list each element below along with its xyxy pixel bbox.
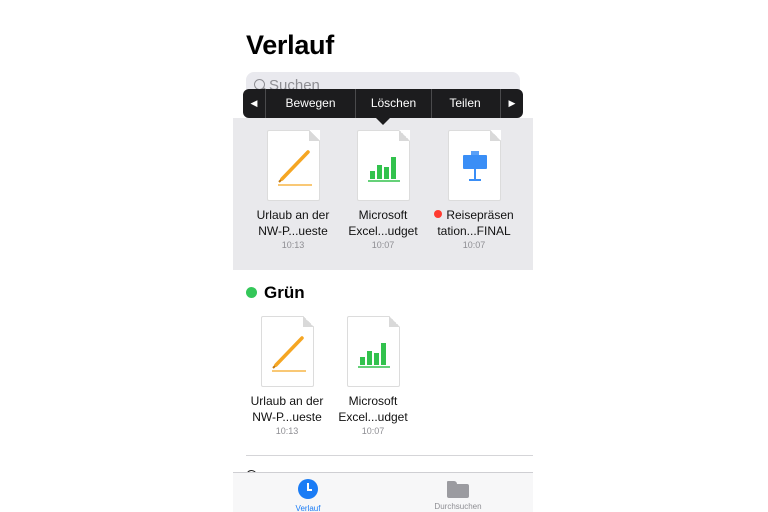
file-name-line2: NW-P...ueste <box>252 410 322 424</box>
file-name-line1: Urlaub an der <box>256 208 330 222</box>
context-menu: ◀ Bewegen Löschen Teilen ▶ <box>243 89 523 118</box>
tab-label: Verlauf <box>295 504 321 512</box>
file-name-line2: Excel...udget <box>348 224 418 238</box>
menu-item-delete[interactable]: Löschen <box>356 89 431 118</box>
tab-bar: Verlauf Durchsuchen <box>233 472 533 512</box>
context-menu-pointer <box>375 117 391 125</box>
file-time: 10:13 <box>281 240 305 250</box>
tag-file-numbers[interactable]: Microsoft Excel...udget 10:07 <box>330 316 416 437</box>
pages-icon <box>260 316 314 387</box>
files-app: Verlauf Suchen Urlaub an der NW-P...uest… <box>233 0 533 512</box>
numbers-icon <box>356 130 410 201</box>
file-time: 10:13 <box>275 426 299 436</box>
tag-section-header[interactable]: Grün <box>246 283 305 303</box>
menu-item-share[interactable]: Teilen <box>432 89 498 118</box>
file-name-line2: Excel...udget <box>338 410 408 424</box>
green-tag-dot <box>246 287 257 298</box>
page-title: Verlauf <box>246 30 334 60</box>
clock-icon <box>298 479 318 499</box>
file-time: 10:07 <box>371 240 395 250</box>
recents-section: Urlaub an der NW-P...ueste 10:13 Microso… <box>233 118 533 270</box>
menu-item-move[interactable]: Bewegen <box>266 89 355 118</box>
keynote-icon <box>447 130 501 201</box>
file-name-line1: Microsoft <box>348 394 398 408</box>
red-tag-dot <box>434 210 443 218</box>
file-name-line1: Urlaub an der <box>250 394 324 408</box>
file-name-line1: Reisepräsen <box>431 207 517 223</box>
file-name-line2: NW-P...ueste <box>258 224 328 238</box>
numbers-icon <box>346 316 400 387</box>
tab-label: Durchsuchen <box>434 502 482 511</box>
section-divider <box>246 455 533 456</box>
pages-icon <box>266 130 320 201</box>
file-name-line1: Microsoft <box>358 208 408 222</box>
folder-icon <box>447 481 469 498</box>
recent-file-pages[interactable]: Urlaub an der NW-P...ueste 10:13 <box>250 130 336 251</box>
tag-section-title: Grün <box>264 283 305 302</box>
tag-file-pages[interactable]: Urlaub an der NW-P...ueste 10:13 <box>244 316 330 437</box>
file-time: 10:07 <box>361 426 385 436</box>
menu-prev-arrow[interactable]: ◀ <box>243 89 265 118</box>
menu-next-arrow[interactable]: ▶ <box>501 89 523 118</box>
file-name-line2: tation...FINAL <box>437 224 511 238</box>
recent-file-numbers[interactable]: Microsoft Excel...udget 10:07 <box>340 130 426 251</box>
file-name-text: Reisepräsen <box>446 208 514 222</box>
recent-file-keynote[interactable]: Reisepräsen tation...FINAL 10:07 <box>431 130 517 251</box>
tab-recent[interactable]: Verlauf <box>258 479 358 512</box>
tab-browse[interactable]: Durchsuchen <box>408 479 508 511</box>
file-time: 10:07 <box>462 240 486 250</box>
